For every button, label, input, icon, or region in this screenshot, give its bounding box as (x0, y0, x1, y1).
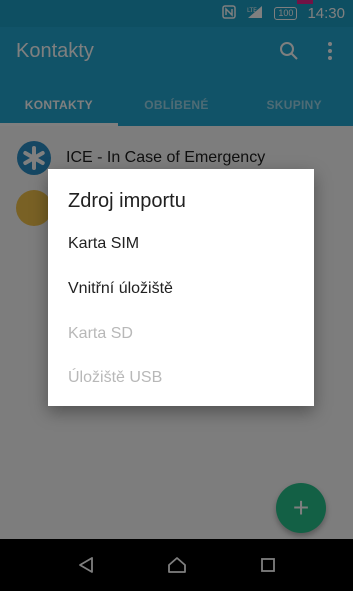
import-source-dialog: Zdroj importu Karta SIM Vnitřní úložiště… (48, 169, 314, 406)
dialog-item-usb-storage: Úložiště USB (68, 369, 163, 386)
dialog-item-sim-card[interactable]: Karta SIM (68, 235, 139, 253)
dialog-item-sd-card: Karta SD (68, 325, 133, 342)
dialog-item-internal-storage[interactable]: Vnitřní úložiště (68, 280, 173, 298)
dialog-title: Zdroj importu (68, 190, 186, 212)
